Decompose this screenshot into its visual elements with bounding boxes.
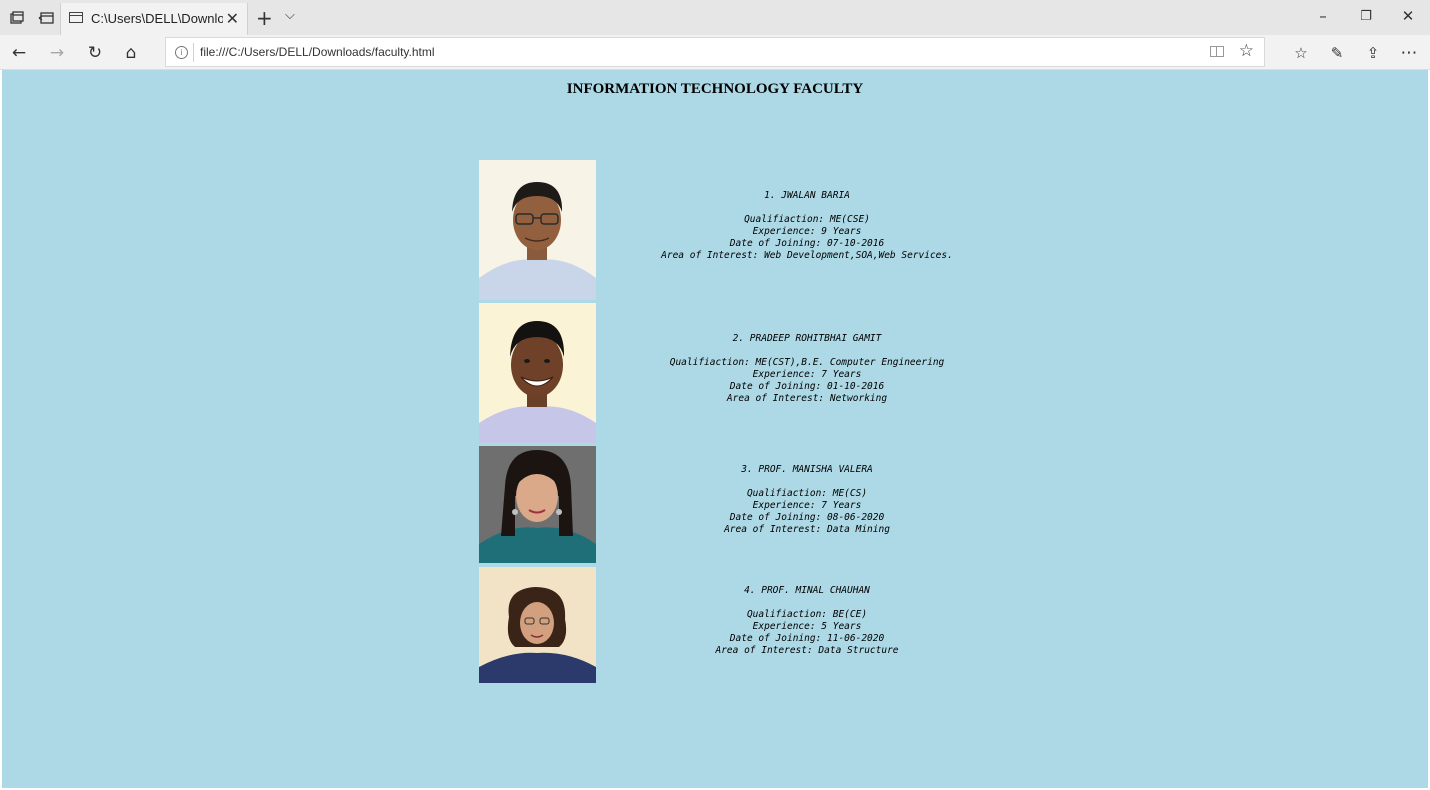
- tab-set-aside-icon[interactable]: [8, 9, 26, 27]
- faculty-info: 3. PROF. MANISHA VALERA Qualifiaction: M…: [592, 464, 1022, 536]
- tab-preview-icon[interactable]: [37, 9, 55, 27]
- more-icon[interactable]: ⋯: [1398, 42, 1420, 64]
- faculty-name: 2. PRADEEP ROHITBHAI GAMIT: [732, 333, 882, 344]
- forward-arrow-icon[interactable]: →: [46, 42, 68, 64]
- favorites-list-icon[interactable]: ☆: [1290, 42, 1312, 64]
- faculty-interest: Area of Interest: Networking: [726, 393, 888, 404]
- address-url[interactable]: file:///C:/Users/DELL/Downloads/faculty.…: [200, 45, 435, 59]
- faculty-qualification: Qualifiaction: BE(CE): [746, 609, 868, 620]
- faculty-qualification: Qualifiaction: ME(CS): [746, 488, 868, 499]
- faculty-name: 4. PROF. MINAL CHAUHAN: [744, 585, 870, 596]
- faculty-qualification: Qualifiaction: ME(CST),B.E. Computer Eng…: [669, 357, 945, 368]
- faculty-photo: [479, 160, 596, 300]
- faculty-info: 2. PRADEEP ROHITBHAI GAMIT Qualifiaction…: [592, 333, 1022, 405]
- minimize-icon[interactable]: –: [1313, 7, 1333, 25]
- address-divider: [193, 43, 194, 62]
- refresh-icon[interactable]: ↻: [84, 42, 106, 64]
- faculty-name: 3. PROF. MANISHA VALERA: [741, 464, 873, 475]
- tab-strip: C:\Users\DELL\Downloa ✕ + ⌵ – ❐ ✕: [0, 0, 1430, 35]
- faculty-qualification: Qualifiaction: ME(CSE): [744, 214, 870, 225]
- browser-tab[interactable]: C:\Users\DELL\Downloa ✕: [60, 3, 248, 35]
- new-tab-plus-icon[interactable]: +: [256, 6, 273, 30]
- close-window-icon[interactable]: ✕: [1398, 7, 1418, 25]
- faculty-name: 1. JWALAN BARIA: [764, 190, 850, 201]
- info-icon[interactable]: i: [175, 46, 188, 59]
- faculty-experience: Experience: 5 Years: [752, 621, 862, 632]
- faculty-photo: [479, 567, 596, 683]
- page-content: INFORMATION TECHNOLOGY FACULTY 1. JWALAN…: [2, 70, 1428, 788]
- close-tab-icon[interactable]: ✕: [226, 9, 239, 28]
- tab-menu-chevron-down-icon[interactable]: ⌵: [285, 8, 295, 23]
- faculty-experience: Experience: 9 Years: [752, 226, 862, 237]
- address-bar[interactable]: i file:///C:/Users/DELL/Downloads/facult…: [165, 37, 1265, 67]
- share-icon[interactable]: ⇪: [1362, 42, 1384, 64]
- faculty-experience: Experience: 7 Years: [752, 369, 862, 380]
- faculty-photo: [479, 446, 596, 563]
- pen-icon[interactable]: ✎: [1326, 42, 1348, 64]
- faculty-joining-date: Date of Joining: 08-06-2020: [729, 512, 885, 523]
- faculty-photo: [479, 303, 596, 443]
- faculty-joining-date: Date of Joining: 01-10-2016: [729, 381, 885, 392]
- faculty-interest: Area of Interest: Web Development,SOA,We…: [661, 250, 953, 261]
- restore-icon[interactable]: ❐: [1356, 9, 1376, 24]
- browser-toolbar: ← → ↻ ⌂ i file:///C:/Users/DELL/Download…: [0, 35, 1430, 70]
- faculty-joining-date: Date of Joining: 07-10-2016: [729, 238, 885, 249]
- back-arrow-icon[interactable]: ←: [8, 42, 30, 64]
- page-title: INFORMATION TECHNOLOGY FACULTY: [566, 81, 864, 97]
- faculty-joining-date: Date of Joining: 11-06-2020: [729, 633, 885, 644]
- faculty-info: 4. PROF. MINAL CHAUHAN Qualifiaction: BE…: [592, 585, 1022, 657]
- home-icon[interactable]: ⌂: [120, 42, 142, 64]
- faculty-experience: Experience: 7 Years: [752, 500, 862, 511]
- tab-title: C:\Users\DELL\Downloa: [91, 11, 223, 26]
- favorite-star-icon[interactable]: ☆: [1239, 41, 1254, 61]
- page-icon: [69, 12, 83, 23]
- faculty-info: 1. JWALAN BARIA Qualifiaction: ME(CSE) E…: [592, 190, 1022, 262]
- faculty-interest: Area of Interest: Data Structure: [715, 645, 899, 656]
- reading-view-icon[interactable]: [1210, 46, 1224, 57]
- faculty-interest: Area of Interest: Data Mining: [724, 524, 890, 535]
